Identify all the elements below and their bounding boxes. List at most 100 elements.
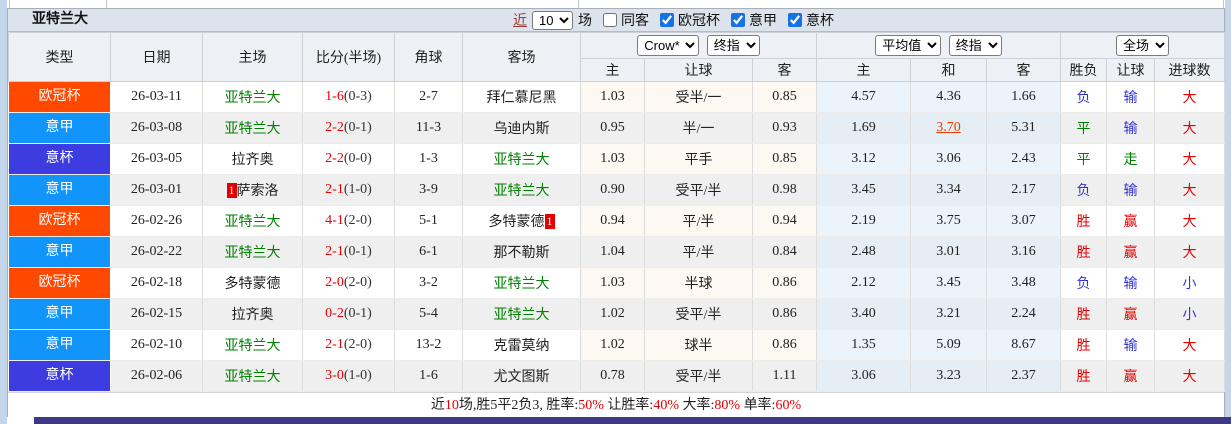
col-header-corner: 角球: [394, 32, 463, 82]
handicap-cell: 受平/半: [644, 174, 753, 206]
home-team-cell: 拉齐奥: [202, 298, 303, 330]
match-date-cell: 26-02-22: [110, 236, 203, 268]
odds-home-cell: 0.90: [580, 174, 645, 206]
result-goals-cell: 大: [1154, 360, 1226, 392]
league-type-cell: 意杯: [8, 143, 111, 175]
result-outcome-cell: 胜: [1060, 329, 1108, 361]
league-type-cell: 意杯: [8, 360, 111, 392]
near-link[interactable]: 近: [513, 10, 527, 30]
home-team-cell: 亚特兰大: [202, 236, 303, 268]
away-team-cell: 亚特兰大: [462, 267, 581, 299]
odds-home-cell: 0.95: [580, 112, 645, 144]
team-name: 亚特兰大: [493, 308, 550, 323]
match-date-cell: 26-03-01: [110, 174, 203, 206]
match-count-select[interactable]: 10: [532, 10, 573, 30]
league-badge: 意甲: [9, 299, 110, 329]
team-name: 亚特兰大: [493, 277, 550, 292]
score-cell: 2-1(0-1): [302, 236, 395, 268]
sub-header-avg-home: 主: [816, 58, 911, 82]
away-team-cell: 亚特兰大: [462, 298, 581, 330]
result-handicap-cell: 赢: [1106, 236, 1156, 268]
result-handicap-cell: 赢: [1106, 205, 1156, 237]
league-filter-checkbox[interactable]: [731, 13, 745, 27]
result-outcome-cell: 负: [1060, 81, 1108, 113]
result-handicap-cell: 走: [1106, 143, 1156, 175]
league-type-cell: 意甲: [8, 112, 111, 144]
score-cell: 0-2(0-1): [302, 298, 395, 330]
home-team-cell: 亚特兰大: [202, 329, 303, 361]
full-time-score: 2-0: [325, 275, 344, 290]
result-goals-cell: 大: [1154, 174, 1226, 206]
match-date-cell: 26-02-15: [110, 298, 203, 330]
summary-segment: 10: [444, 398, 459, 413]
avg-draw-cell: 3.75: [910, 205, 987, 237]
bookmaker-odds-group-header: Crow* 终指: [580, 32, 817, 59]
avg-home-cell: 3.45: [816, 174, 911, 206]
odds-away-cell: 0.94: [752, 205, 817, 237]
summary-segment: 大率:: [679, 398, 715, 413]
avg-draw-cell: 5.09: [910, 329, 987, 361]
league-filter-label-ucl: 欧冠杯: [678, 14, 720, 29]
team-name: 亚特兰大: [224, 339, 281, 354]
avg-draw-odds-link[interactable]: 3.70: [936, 120, 961, 135]
same-opponent-checkbox[interactable]: [603, 13, 617, 27]
league-type-cell: 欧冠杯: [8, 267, 111, 299]
sub-header-handicap-result: 让球: [1106, 58, 1156, 82]
avg-away-cell: 3.16: [985, 236, 1062, 268]
result-handicap-cell: 输: [1106, 81, 1156, 113]
team-name: 亚特兰大: [224, 215, 281, 230]
home-team-cell: 亚特兰大: [202, 81, 303, 113]
odds-home-cell: 1.04: [580, 236, 645, 268]
corner-cell: 11-3: [394, 112, 463, 144]
league-badge: 欧冠杯: [9, 206, 110, 236]
league-badge: 欧冠杯: [9, 268, 110, 298]
average-stage-select[interactable]: 终指: [948, 35, 1002, 56]
result-goals-cell: 小: [1154, 267, 1226, 299]
team-name: 亚特兰大: [224, 91, 281, 106]
avg-home-cell: 1.35: [816, 329, 911, 361]
league-filter-checkbox[interactable]: [660, 13, 674, 27]
away-team-cell: 亚特兰大: [462, 143, 581, 175]
col-header-home: 主场: [202, 32, 303, 82]
avg-draw-cell: 3.01: [910, 236, 987, 268]
scope-select[interactable]: 全场: [1116, 35, 1170, 56]
summary-segment: 近: [430, 398, 445, 413]
bookmaker-stage-select[interactable]: 终指: [706, 35, 760, 56]
match-date-cell: 26-02-06: [110, 360, 203, 392]
team-name: 萨索洛: [236, 184, 279, 199]
handicap-cell: 平/半: [644, 236, 753, 268]
result-handicap-cell: 输: [1106, 174, 1156, 206]
half-time-score: (1-0): [343, 368, 372, 383]
odds-home-cell: 1.03: [580, 267, 645, 299]
bookmaker-select[interactable]: Crow*: [637, 35, 700, 56]
summary-segment: 40%: [653, 398, 679, 413]
col-header-score: 比分(半场): [302, 32, 395, 82]
match-row: 意甲 26-03-08 亚特兰大 2-2(0-1) 11-3 乌迪内斯 0.95 半/一 0.9…: [8, 112, 1226, 144]
away-team-cell: 乌迪内斯: [462, 112, 581, 144]
league-filter-label-coppa: 意杯: [806, 14, 834, 29]
league-badge: 意甲: [9, 330, 110, 360]
half-time-score: (0-3): [343, 89, 372, 104]
odds-home-cell: 1.03: [580, 81, 645, 113]
avg-away-cell: 5.31: [985, 112, 1062, 144]
match-date-cell: 26-02-26: [110, 205, 203, 237]
avg-away-cell: 2.24: [985, 298, 1062, 330]
result-handicap-cell: 赢: [1106, 360, 1156, 392]
avg-draw-cell: 3.21: [910, 298, 987, 330]
half-time-score: (2-0): [343, 275, 372, 290]
avg-away-cell: 2.37: [985, 360, 1062, 392]
average-select[interactable]: 平均值: [875, 35, 942, 56]
summary-segment: 60%: [775, 398, 802, 413]
league-badge: 意杯: [9, 144, 110, 174]
league-badge: 意甲: [9, 175, 110, 205]
result-group-header: 全场: [1060, 32, 1226, 59]
score-cell: 2-1(1-0): [302, 174, 395, 206]
league-type-cell: 意甲: [8, 174, 111, 206]
league-filter-checkbox[interactable]: [788, 13, 802, 27]
odds-away-cell: 0.93: [752, 112, 817, 144]
team-name: 克雷莫纳: [493, 339, 550, 354]
match-row: 意甲 26-02-15 拉齐奥 0-2(0-1) 5-4 亚特兰大 1.02 受平/半 0.86…: [8, 298, 1226, 330]
full-time-score: 3-0: [325, 368, 344, 383]
result-goals-cell: 小: [1154, 298, 1226, 330]
odds-away-cell: 0.86: [752, 267, 817, 299]
